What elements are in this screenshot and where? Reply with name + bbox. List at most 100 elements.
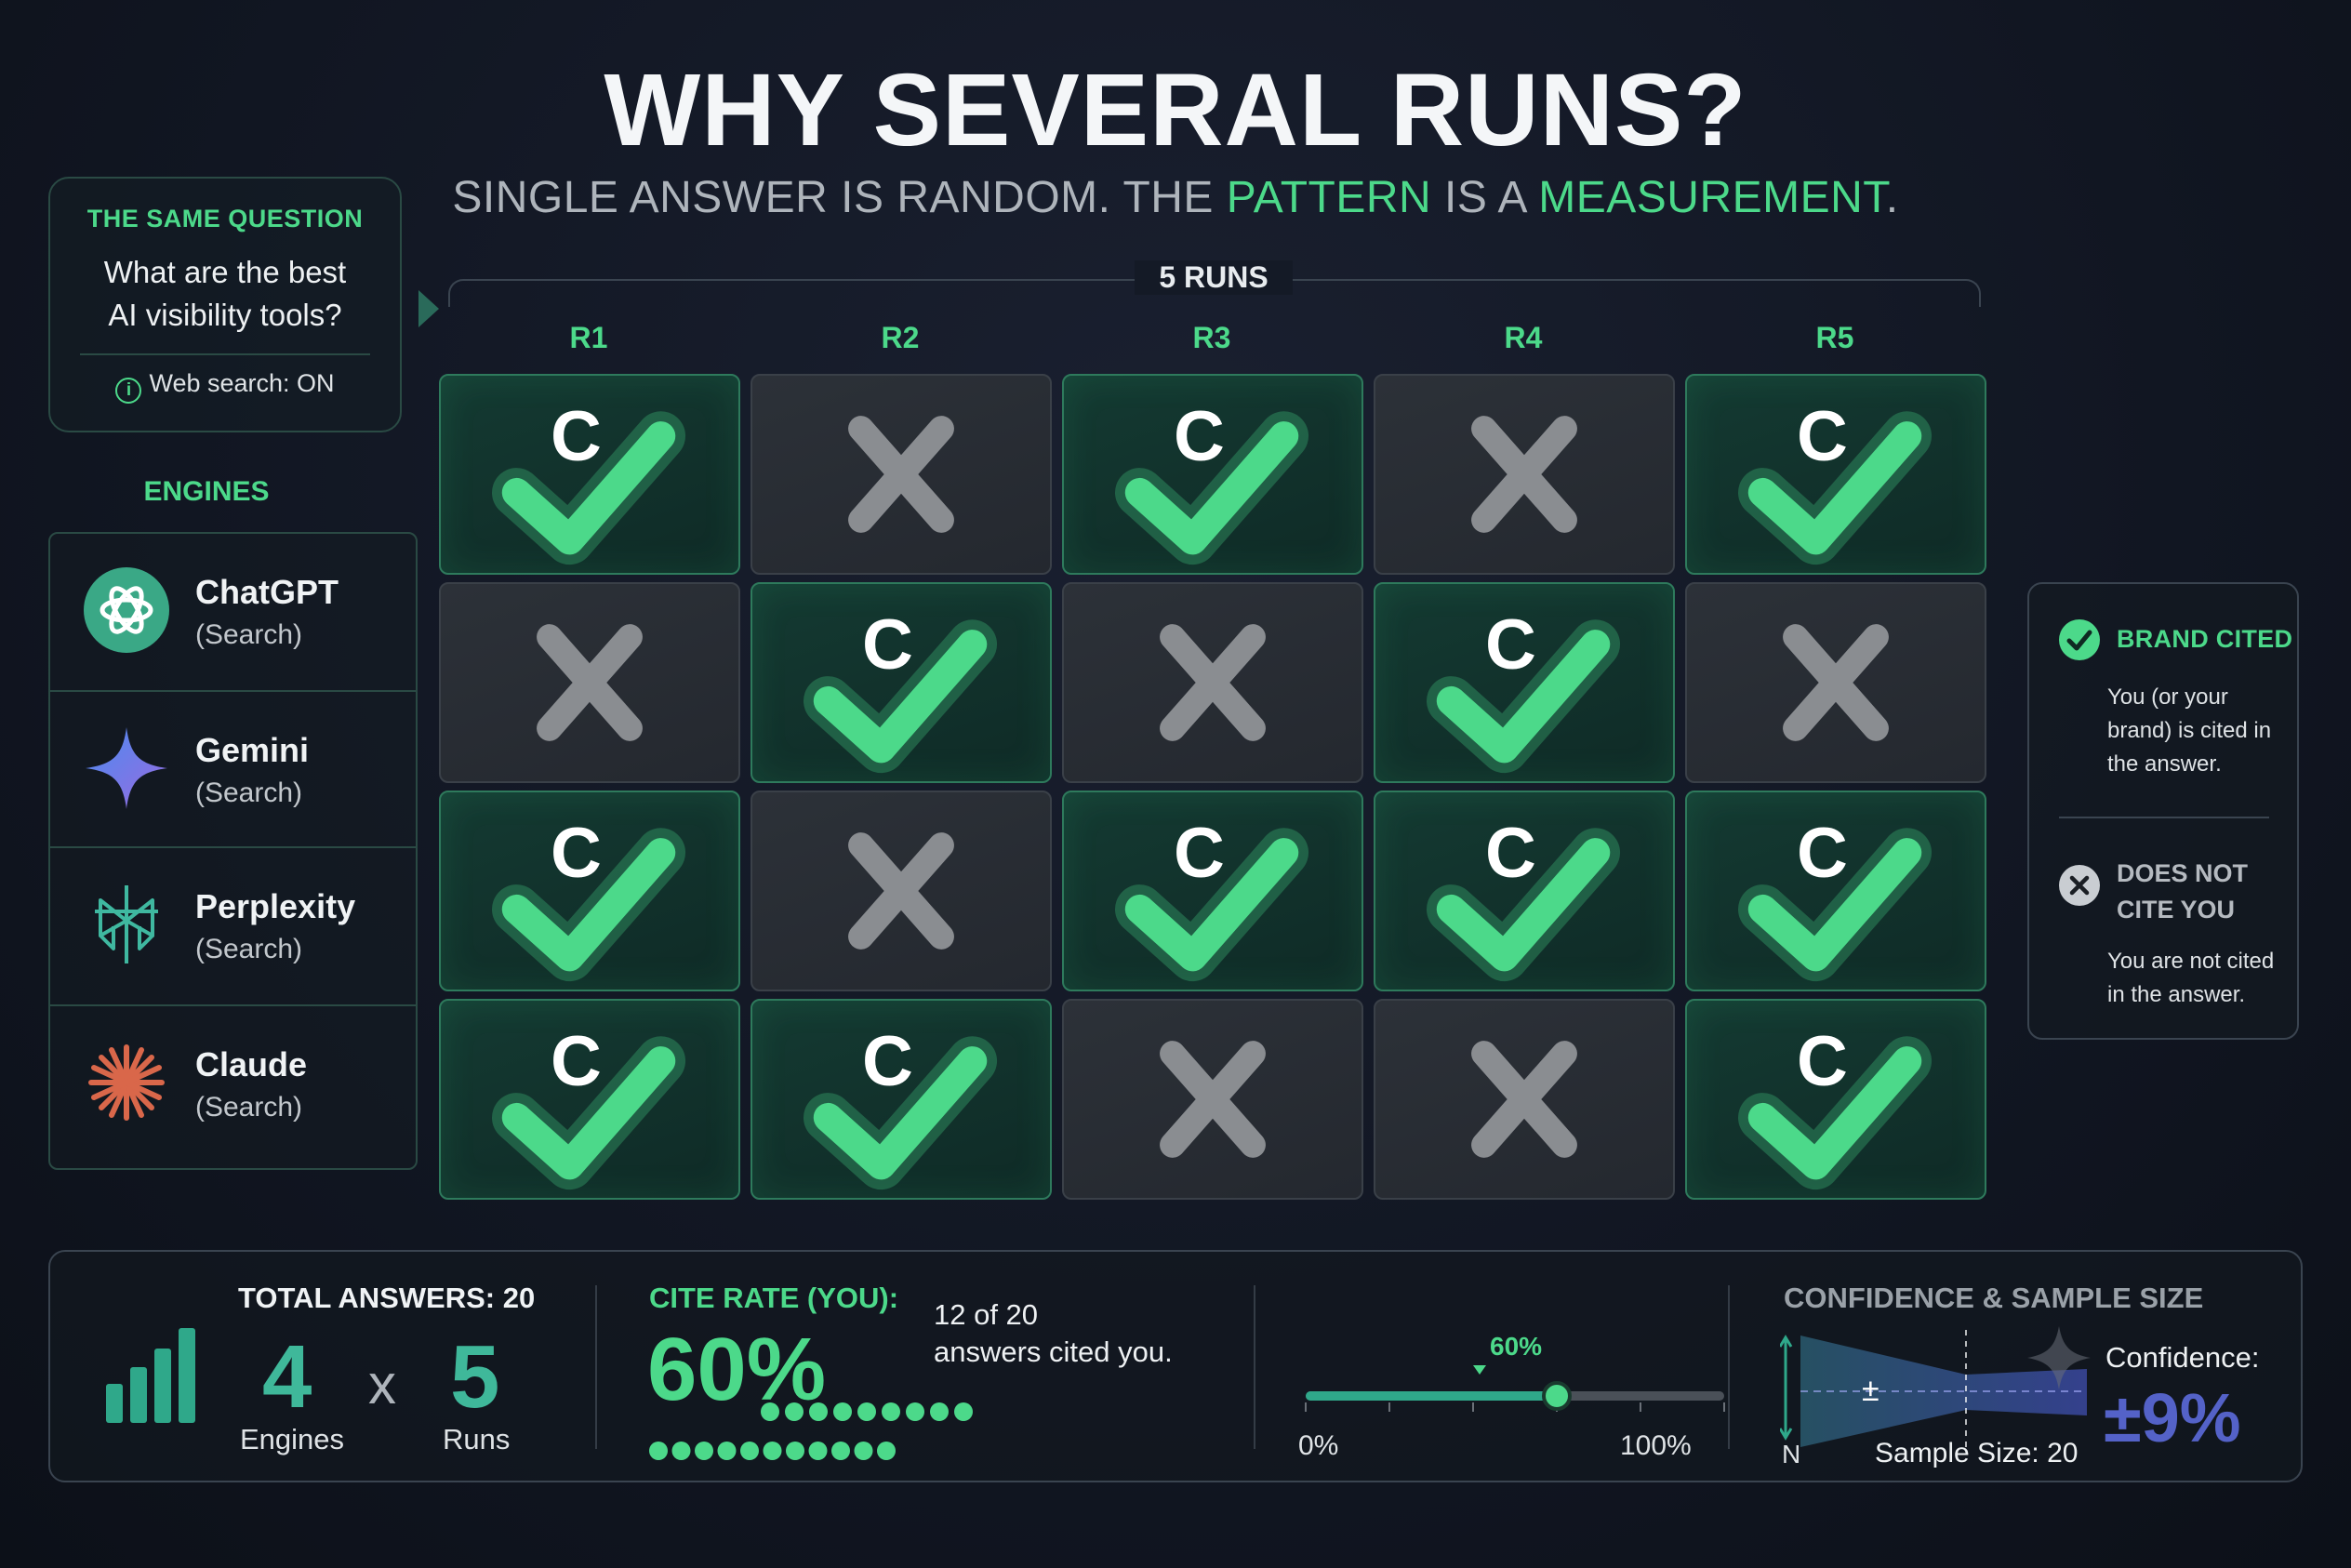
- engine-mode: (Search): [195, 934, 303, 964]
- cell-cited: C: [439, 791, 740, 991]
- cell-cited: C: [1374, 791, 1675, 991]
- confidence-text: Confidence:: [2105, 1341, 2260, 1374]
- cite-dot: [761, 1402, 779, 1421]
- x-icon: [1471, 1041, 1577, 1158]
- cite-dot: [671, 1442, 691, 1460]
- arrow-right-icon: [418, 290, 439, 327]
- cell-not-cited: [1062, 582, 1363, 783]
- cited-letter: C: [551, 814, 602, 893]
- subtitle-part1: SINGLE ANSWER IS RANDOM. THE: [452, 173, 1227, 222]
- summary-divider: [595, 1285, 597, 1449]
- cell-cited: C: [1685, 999, 1986, 1200]
- cell-cited: C: [439, 374, 740, 575]
- legend-cited-title: BRAND CITED: [2117, 625, 2293, 653]
- cited-letter: C: [1485, 605, 1536, 684]
- engine-gemini: Gemini (Search): [50, 692, 416, 848]
- cite-dot: [763, 1442, 782, 1460]
- slider-pointer-icon: [1473, 1365, 1486, 1375]
- question-line-2: AI visibility tools?: [108, 298, 342, 332]
- confidence-value: ±9%: [2104, 1379, 2241, 1456]
- cite-rate-note: 12 of 20 answers cited you.: [934, 1296, 1173, 1371]
- cite-dot: [649, 1442, 668, 1460]
- cell-not-cited: [750, 791, 1052, 991]
- cite-note-line-2: answers cited you.: [934, 1335, 1173, 1368]
- slider-knob: [1542, 1381, 1572, 1411]
- subtitle-highlight-pattern: PATTERN: [1226, 173, 1432, 222]
- x-circle-icon: [2059, 865, 2100, 906]
- perplexity-logo-icon: [95, 885, 158, 963]
- engines-count-label: Engines: [240, 1423, 345, 1455]
- claude-logo-icon: [88, 1044, 165, 1121]
- slider-fill: [1306, 1391, 1557, 1401]
- cell-cited: C: [1685, 791, 1986, 991]
- cite-dots: [649, 1402, 973, 1460]
- cite-dot: [831, 1442, 850, 1460]
- x-icon: [1160, 624, 1266, 741]
- cite-dot: [717, 1442, 737, 1460]
- cell-cited: C: [750, 999, 1052, 1200]
- cite-rate-label: CITE RATE (YOU):: [649, 1282, 899, 1314]
- cell-cited: C: [1685, 374, 1986, 575]
- cell-cited: C: [439, 999, 740, 1200]
- cite-dot: [695, 1442, 713, 1460]
- cite-dot: [954, 1402, 973, 1421]
- cell-not-cited: [1062, 999, 1363, 1200]
- engines-label: ENGINES: [143, 476, 270, 507]
- cite-dot: [906, 1402, 924, 1421]
- subtitle-highlight-measurement: MEASUREMENT: [1538, 173, 1886, 222]
- subtitle-part3: .: [1885, 173, 1899, 222]
- cell-not-cited: [439, 582, 740, 783]
- cite-note-line-1: 12 of 20: [934, 1298, 1039, 1331]
- engine-claude: Claude (Search): [50, 1006, 416, 1168]
- run-header-r1: R1: [569, 321, 608, 354]
- legend-not-cited-title: DOES NOT CITE YOU: [2117, 859, 2249, 924]
- engine-mode: (Search): [195, 619, 303, 650]
- x-icon: [1783, 624, 1889, 741]
- cited-letter: C: [1485, 814, 1536, 893]
- n-label: N: [1782, 1440, 1801, 1468]
- cited-letter: C: [1797, 397, 1848, 476]
- cite-dot: [877, 1442, 896, 1460]
- slider-max-label: 100%: [1620, 1430, 1692, 1461]
- runs-count-label: Runs: [443, 1423, 511, 1455]
- question-card: THE SAME QUESTION What are the best AI v…: [48, 177, 402, 432]
- question-text: What are the best AI visibility tools?: [50, 251, 400, 337]
- cite-dot: [808, 1442, 828, 1460]
- chatgpt-logo-icon: [84, 567, 169, 653]
- x-icon: [1471, 416, 1577, 533]
- question-divider: [80, 353, 370, 355]
- x-icon: [537, 624, 643, 741]
- engine-name: ChatGPT: [195, 573, 339, 611]
- run-header-r4: R4: [1504, 321, 1543, 354]
- cited-letter: C: [551, 397, 602, 476]
- cited-letter: C: [1797, 814, 1848, 893]
- cite-dot: [786, 1442, 804, 1460]
- cite-dot: [740, 1442, 759, 1460]
- results-grid: C C C C C C C C C C C C: [439, 374, 1988, 1215]
- runs-label: 5 RUNS: [1135, 260, 1293, 295]
- cite-dot: [882, 1402, 900, 1421]
- cited-letter: C: [1797, 1022, 1848, 1101]
- engine-name: Claude: [195, 1045, 308, 1083]
- cite-dot: [930, 1402, 949, 1421]
- legend-divider: [2059, 817, 2269, 818]
- engines-list: ChatGPT (Search) Gemini (Search) Perplex…: [48, 532, 418, 1170]
- cite-dot: [833, 1402, 852, 1421]
- run-header-r5: R5: [1815, 321, 1854, 354]
- subtitle-part2: IS A: [1431, 173, 1539, 222]
- summary-divider: [1254, 1285, 1255, 1449]
- multiply-sign: x: [368, 1353, 396, 1415]
- cell-not-cited: [1374, 374, 1675, 575]
- confidence-label: CONFIDENCE & SAMPLE SIZE: [1784, 1282, 2204, 1314]
- slider-ticks: [1305, 1402, 1725, 1412]
- cell-cited: C: [750, 582, 1052, 783]
- question-line-1: What are the best: [103, 255, 347, 289]
- sample-size-label: Sample Size: 20: [1875, 1438, 2079, 1468]
- cited-letter: C: [862, 605, 913, 684]
- cited-letter: C: [1174, 397, 1225, 476]
- engine-perplexity: Perplexity (Search): [50, 848, 416, 1006]
- web-search-label: Web search: ON: [149, 369, 335, 397]
- check-circle-icon: [2059, 619, 2100, 660]
- cite-dot: [857, 1402, 876, 1421]
- x-icon: [848, 416, 954, 533]
